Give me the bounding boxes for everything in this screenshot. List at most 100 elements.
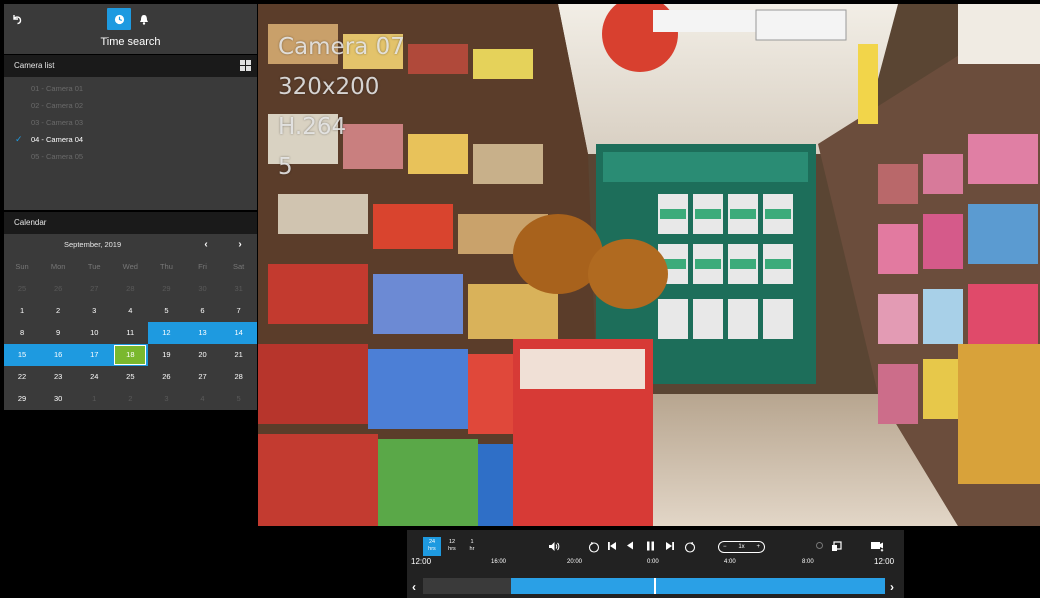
timeline-track[interactable] [423, 578, 885, 594]
timeline-next-button[interactable]: › [890, 580, 894, 594]
sidebar: Time search Camera list 01 - Camera 01 02… [4, 4, 257, 598]
range-value: 24 [428, 539, 436, 545]
view-toggle[interactable] [814, 541, 824, 553]
weekday-row: Sun Mon Tue Wed Thu Fri Sat [4, 256, 257, 278]
calendar-day[interactable]: 28 [221, 366, 257, 388]
camera-list-item[interactable]: 05 - Camera 05 [4, 148, 257, 165]
video-view[interactable]: Camera 07 320x200 H.264 5 [258, 4, 1040, 526]
panel-title: Time search [100, 36, 161, 48]
calendar-day[interactable]: 25 [112, 366, 148, 388]
range-1-hr-button[interactable]: 1 hr [463, 537, 481, 556]
next-month-button[interactable]: › [233, 234, 247, 256]
checkmark-icon: ✓ [15, 134, 23, 144]
calendar-day[interactable]: 2 [112, 388, 148, 410]
calendar-day[interactable]: 27 [76, 278, 112, 300]
forward-icon [684, 542, 696, 553]
calendar-day[interactable]: 15 [4, 344, 41, 366]
skip-previous-icon [608, 542, 616, 550]
calendar-day[interactable]: 1 [76, 388, 112, 410]
calendar-day[interactable]: 4 [112, 300, 148, 322]
calendar-week-row: 29 30 1 2 3 4 5 [4, 388, 257, 410]
calendar-day[interactable]: 10 [76, 322, 112, 344]
timeline-prev-button[interactable]: ‹ [412, 580, 416, 594]
range-12-hrs-button[interactable]: 12 hrs [443, 537, 461, 556]
range-24-hrs-button[interactable]: 24 hrs [423, 537, 441, 556]
calendar-day[interactable]: 23 [40, 366, 76, 388]
camera-list-item[interactable]: 03 - Camera 03 [4, 114, 257, 131]
calendar-day[interactable]: 7 [221, 300, 257, 322]
timeline-time-label: 4:00 [724, 559, 736, 565]
calendar-day-selected[interactable]: 18 [112, 344, 149, 366]
calendar-day[interactable]: 11 [112, 322, 148, 344]
calendar-day[interactable]: 16 [40, 344, 77, 366]
rewind-15s-button[interactable] [587, 541, 601, 553]
camera-list-item[interactable]: 01 - Camera 01 [4, 80, 257, 97]
reverse-play-button[interactable] [623, 541, 637, 553]
volume-button[interactable] [547, 541, 561, 553]
calendar-day[interactable]: 8 [4, 322, 40, 344]
pause-button[interactable] [643, 541, 657, 553]
playback-bar: 24 hrs 12 hrs 1 hr − 1x + 12:00 16:00 20… [407, 530, 904, 598]
eye-icon [815, 542, 823, 549]
calendar-day[interactable]: 26 [40, 278, 76, 300]
calendar-day[interactable]: 30 [184, 278, 220, 300]
forward-15s-button[interactable] [683, 541, 697, 553]
pause-icon [646, 541, 654, 551]
speed-increase-button[interactable]: + [756, 542, 760, 552]
calendar-day[interactable]: 31 [221, 278, 257, 300]
timeline-time-label: 12:00 [874, 557, 895, 566]
calendar-day[interactable]: 1 [4, 300, 40, 322]
camera-list-item-label: 02 - Camera 02 [31, 101, 84, 110]
calendar-day[interactable]: 24 [76, 366, 112, 388]
calendar-day[interactable]: 17 [76, 344, 113, 366]
calendar-day[interactable]: 14 [220, 322, 257, 344]
back-button[interactable] [6, 8, 28, 30]
calendar-day[interactable]: 26 [148, 366, 184, 388]
calendar-day[interactable]: 25 [4, 278, 40, 300]
undo-arrow-icon [13, 15, 22, 25]
timeline-playhead[interactable] [654, 578, 656, 594]
calendar-week-row: 22 23 24 25 26 27 28 [4, 366, 257, 388]
calendar-day[interactable]: 6 [184, 300, 220, 322]
calendar-day[interactable]: 21 [221, 344, 257, 366]
osd-codec: H.264 [278, 114, 347, 140]
time-range-selector: 24 hrs 12 hrs 1 hr [423, 537, 481, 556]
calendar-day[interactable]: 13 [184, 322, 221, 344]
calendar-day[interactable]: 5 [148, 300, 184, 322]
calendar-day[interactable]: 30 [40, 388, 76, 410]
camera-list: 01 - Camera 01 02 - Camera 02 03 - Camera … [4, 77, 257, 210]
calendar-day[interactable]: 19 [148, 344, 184, 366]
calendar: September, 2019 ‹ › Sun Mon Tue Wed Thu Fri Sa… [4, 234, 257, 410]
calendar-day[interactable]: 29 [4, 388, 40, 410]
calendar-day[interactable]: 12 [148, 322, 185, 344]
snapshot-button[interactable] [829, 541, 843, 553]
prev-month-button[interactable]: ‹ [199, 234, 213, 256]
skip-next-button[interactable] [663, 541, 677, 553]
camera-list-item-label: 01 - Camera 01 [31, 84, 84, 93]
calendar-day[interactable]: 20 [184, 344, 220, 366]
time-search-tab[interactable] [107, 8, 131, 30]
calendar-day[interactable]: 4 [184, 388, 220, 410]
grid-icon-cell [246, 66, 251, 71]
calendar-day[interactable]: 29 [148, 278, 184, 300]
calendar-day[interactable]: 27 [184, 366, 220, 388]
grid-icon-cell [240, 66, 245, 71]
calendar-day[interactable]: 9 [40, 322, 76, 344]
speed-value: 1x [738, 544, 745, 550]
weekday-label: Wed [122, 262, 138, 271]
calendar-day[interactable]: 3 [76, 300, 112, 322]
layout-grid-button[interactable] [240, 60, 251, 71]
camera-list-item[interactable]: ✓ 04 - Camera 04 [4, 131, 257, 148]
calendar-day[interactable]: 22 [4, 366, 40, 388]
speed-decrease-button[interactable]: − [723, 542, 727, 552]
calendar-day[interactable]: 28 [112, 278, 148, 300]
calendar-day[interactable]: 3 [148, 388, 184, 410]
camera-list-item[interactable]: 02 - Camera 02 [4, 97, 257, 114]
calendar-day[interactable]: 2 [40, 300, 76, 322]
skip-previous-button[interactable] [605, 541, 619, 553]
events-tab[interactable] [133, 8, 155, 30]
calendar-day[interactable]: 5 [221, 388, 257, 410]
export-video-button[interactable] [869, 541, 885, 553]
speed-control[interactable]: − 1x + [718, 541, 765, 553]
calendar-month-label: September, 2019 [64, 240, 122, 249]
